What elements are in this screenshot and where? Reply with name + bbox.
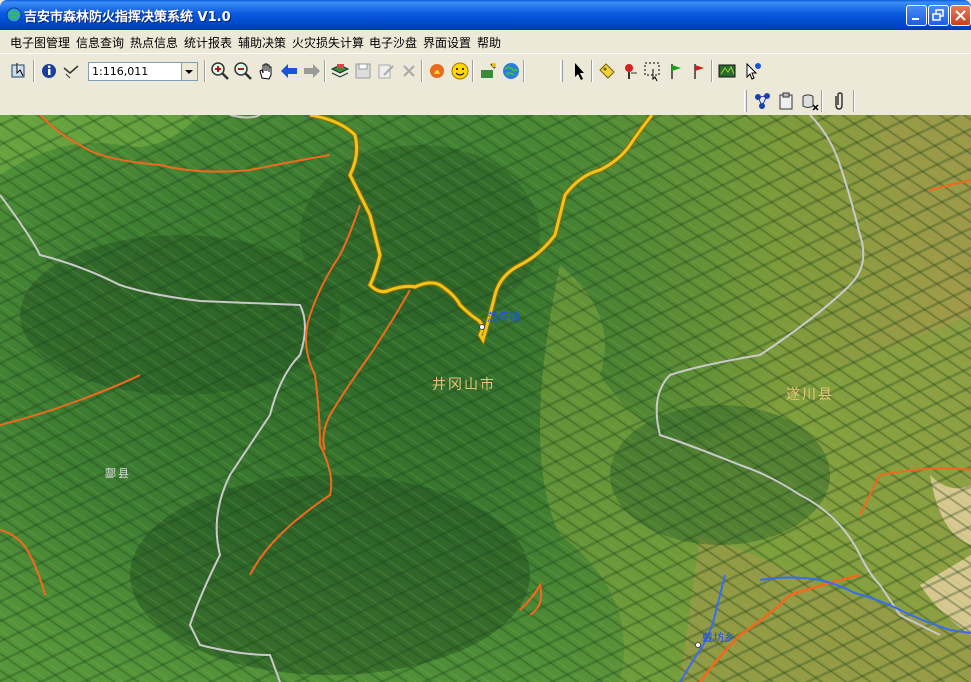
secondary-toolbar [2, 87, 962, 117]
map-view[interactable]: 茨坪镇 井冈山市 遂川县 酃县 戴坊乡 [0, 115, 971, 682]
minimize-button[interactable] [906, 5, 927, 26]
measure-icon[interactable] [60, 60, 82, 82]
delete-icon[interactable] [398, 60, 420, 82]
smiley-icon[interactable] [449, 60, 471, 82]
paperclip-icon[interactable] [828, 90, 850, 112]
chevron-down-icon[interactable] [181, 63, 197, 80]
menu-hotspot-info[interactable]: 热点信息 [130, 34, 178, 51]
select-box-icon[interactable] [642, 60, 664, 82]
layers-icon[interactable] [329, 60, 351, 82]
map-pointer-icon[interactable] [8, 60, 30, 82]
menu-statistics-report[interactable]: 统计报表 [184, 34, 232, 51]
scale-select[interactable]: 1:116,011 [88, 62, 198, 81]
globe-icon[interactable] [500, 60, 522, 82]
menu-info-query[interactable]: 信息查询 [76, 34, 124, 51]
satellite-icon[interactable] [477, 60, 499, 82]
menu-help[interactable]: 帮助 [477, 34, 501, 51]
ciping-location-marker[interactable] [479, 324, 485, 330]
menu-sand-table[interactable]: 电子沙盘 [369, 34, 417, 51]
pointer-star-icon[interactable] [741, 60, 763, 82]
menu-decision-support[interactable]: 辅助决策 [238, 34, 286, 51]
main-toolbar: 1:116,011 [2, 57, 962, 87]
window-title: 吉安市森林防火指挥决策系统 V1.0 [24, 10, 231, 25]
dafen-township-label: 戴坊乡 [702, 631, 735, 644]
close-button[interactable] [950, 5, 971, 26]
green-flag-icon[interactable] [665, 60, 687, 82]
menu-map-management[interactable]: 电子图管理 [10, 34, 70, 51]
title-bar: 吉安市森林防火指挥决策系统 V1.0 [0, 0, 971, 30]
tag-icon[interactable] [596, 60, 618, 82]
location-pin-icon[interactable] [619, 60, 641, 82]
menu-interface-settings[interactable]: 界面设置 [423, 34, 471, 51]
forest-map-icon[interactable] [716, 60, 738, 82]
menu-fire-loss-calc[interactable]: 火灾损失计算 [292, 34, 364, 51]
save-icon[interactable] [352, 60, 374, 82]
fire-icon[interactable] [426, 60, 448, 82]
ciping-town-label: 茨坪镇 [487, 311, 520, 324]
restore-button[interactable] [928, 5, 949, 26]
jinggangshan-city-label: 井冈山市 [432, 377, 496, 393]
clear-layer-icon[interactable] [798, 90, 820, 112]
edit-icon[interactable] [375, 60, 397, 82]
network-icon[interactable] [752, 90, 774, 112]
forward-arrow-icon[interactable] [301, 60, 323, 82]
suichuan-county-label: 遂川县 [786, 387, 834, 403]
zoom-out-icon[interactable] [232, 60, 254, 82]
back-arrow-icon[interactable] [278, 60, 300, 82]
pan-hand-icon[interactable] [255, 60, 277, 82]
toolbar-area: 1:116,011 [0, 53, 971, 115]
zoom-in-icon[interactable] [209, 60, 231, 82]
menu-bar: 电子图管理 信息查询 热点信息 统计报表 辅助决策 火灾损失计算 电子沙盘 界面… [0, 30, 971, 53]
dafen-location-marker[interactable] [695, 642, 701, 648]
select-arrow-icon[interactable] [568, 60, 590, 82]
clipboard-icon[interactable] [775, 90, 797, 112]
red-flag-icon[interactable] [688, 60, 710, 82]
info-icon[interactable] [38, 60, 60, 82]
globe-app-icon [6, 7, 22, 23]
ling-county-label: 酃县 [105, 467, 131, 480]
scale-value: 1:116,011 [92, 65, 149, 78]
